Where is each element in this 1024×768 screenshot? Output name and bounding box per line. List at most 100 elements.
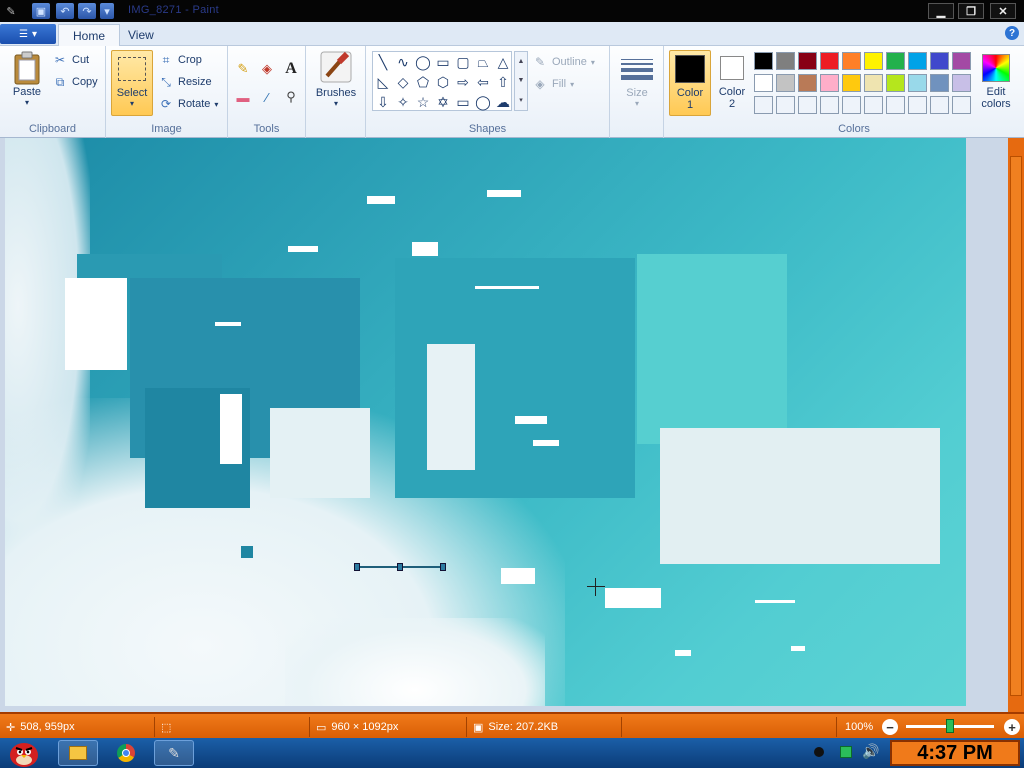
right-triangle-shape-icon[interactable]: ◺ <box>373 72 393 92</box>
rotate-button[interactable]: ⟳ Rotate ▾ <box>158 96 218 112</box>
right-arrow-shape-icon[interactable]: ⇨ <box>453 72 473 92</box>
copy-button[interactable]: ⧉ Copy <box>52 74 98 90</box>
palette-swatch[interactable] <box>952 52 971 70</box>
expand-gallery-icon[interactable]: ▾ <box>519 96 523 104</box>
redo-icon[interactable]: ↷ <box>78 3 96 19</box>
taskbar-clock[interactable]: 4:37 PM <box>890 740 1020 766</box>
rounded-rectangle-shape-icon[interactable]: ▢ <box>453 52 473 72</box>
triangle-shape-icon[interactable]: △ <box>493 52 513 72</box>
tab-view[interactable]: View <box>114 24 168 46</box>
fill-bucket-icon[interactable]: ◈ <box>256 58 278 80</box>
left-arrow-shape-icon[interactable]: ⇦ <box>473 72 493 92</box>
selection-handle[interactable] <box>440 563 446 571</box>
palette-swatch[interactable] <box>754 74 773 92</box>
palette-swatch[interactable] <box>864 96 883 114</box>
rounded-callout-shape-icon[interactable]: ▭ <box>453 92 473 112</box>
palette-swatch[interactable] <box>930 74 949 92</box>
polygon-shape-icon[interactable]: ⏢ <box>473 52 493 72</box>
pencil-icon[interactable]: ✎ <box>232 58 254 80</box>
hexagon-shape-icon[interactable]: ⬡ <box>433 72 453 92</box>
palette-swatch[interactable] <box>864 74 883 92</box>
notification-icon[interactable] <box>814 747 824 757</box>
cloud-callout-shape-icon[interactable]: ☁ <box>493 92 513 112</box>
five-point-star-shape-icon[interactable]: ☆ <box>413 92 433 112</box>
save-icon[interactable]: ▣ <box>32 3 50 19</box>
palette-swatch[interactable] <box>908 96 927 114</box>
palette-swatch[interactable] <box>820 96 839 114</box>
palette-swatch[interactable] <box>820 52 839 70</box>
rectangle-shape-icon[interactable]: ▭ <box>433 52 453 72</box>
line-shape-icon[interactable]: ╲ <box>373 52 393 72</box>
palette-swatch[interactable] <box>930 52 949 70</box>
taskbar-explorer[interactable] <box>58 740 98 766</box>
vertical-scrollbar[interactable] <box>1008 138 1024 712</box>
palette-swatch[interactable] <box>798 52 817 70</box>
oval-shape-icon[interactable]: ◯ <box>413 52 433 72</box>
chevron-up-icon[interactable]: ▲ <box>518 58 525 65</box>
magnifier-icon[interactable]: ⚲ <box>280 86 302 108</box>
curve-shape-icon[interactable]: ∿ <box>393 52 413 72</box>
paint-menu-button[interactable]: ☰ ▾ <box>0 24 56 44</box>
palette-swatch[interactable] <box>886 52 905 70</box>
palette-swatch[interactable] <box>776 52 795 70</box>
six-point-star-shape-icon[interactable]: ✡ <box>433 92 453 112</box>
shapes-gallery-scroll[interactable]: ▲ ▼ ▾ <box>514 51 528 111</box>
palette-swatch[interactable] <box>776 96 795 114</box>
palette-swatch[interactable] <box>886 74 905 92</box>
chevron-down-icon[interactable]: ▼ <box>518 77 525 84</box>
text-tool-icon[interactable]: A <box>280 58 302 80</box>
palette-swatch[interactable] <box>776 74 795 92</box>
paste-button[interactable]: Paste ▾ <box>8 50 46 107</box>
zoom-in-icon[interactable]: + <box>1004 719 1020 735</box>
color1-button[interactable]: Color 1 <box>669 50 711 116</box>
tab-home[interactable]: Home <box>58 24 121 46</box>
network-icon[interactable] <box>840 746 852 758</box>
brushes-button[interactable]: Brushes ▾ <box>314 50 358 108</box>
help-icon[interactable]: ? <box>1005 26 1019 40</box>
palette-swatch[interactable] <box>908 74 927 92</box>
close-button[interactable]: ✕ <box>990 3 1016 19</box>
palette-swatch[interactable] <box>952 74 971 92</box>
taskbar-paint[interactable]: ✎ <box>154 740 194 766</box>
palette-swatch[interactable] <box>864 52 883 70</box>
down-arrow-shape-icon[interactable]: ⇩ <box>373 92 393 112</box>
paint-app-icon[interactable]: ✎ <box>2 3 20 19</box>
palette-swatch[interactable] <box>952 96 971 114</box>
taskbar-chrome[interactable] <box>106 740 146 766</box>
zoom-slider-thumb[interactable] <box>946 719 954 733</box>
palette-swatch[interactable] <box>798 96 817 114</box>
palette-swatch[interactable] <box>754 52 773 70</box>
palette-swatch[interactable] <box>842 96 861 114</box>
select-button[interactable]: Select ▾ <box>111 50 153 116</box>
drawing-canvas[interactable] <box>5 138 966 706</box>
palette-swatch[interactable] <box>820 74 839 92</box>
color2-button[interactable]: Color 2 <box>714 50 750 110</box>
fill-button[interactable]: ◈ Fill ▾ <box>532 76 574 92</box>
palette-swatch[interactable] <box>798 74 817 92</box>
cut-button[interactable]: ✂ Cut <box>52 52 89 68</box>
palette-swatch[interactable] <box>842 74 861 92</box>
customize-quick-access-icon[interactable]: ▾ <box>100 3 114 19</box>
four-point-star-shape-icon[interactable]: ✧ <box>393 92 413 112</box>
resize-button[interactable]: ⤡ Resize <box>158 74 211 90</box>
minimize-button[interactable]: ▁ <box>928 3 954 19</box>
zoom-out-icon[interactable]: − <box>882 719 898 735</box>
scrollbar-thumb[interactable] <box>1010 156 1022 696</box>
selection-handle[interactable] <box>397 563 403 571</box>
pentagon-shape-icon[interactable]: ⬠ <box>413 72 433 92</box>
diamond-shape-icon[interactable]: ◇ <box>393 72 413 92</box>
crop-button[interactable]: ⌗ Crop <box>158 52 202 68</box>
up-arrow-shape-icon[interactable]: ⇧ <box>493 72 513 92</box>
undo-icon[interactable]: ↶ <box>56 3 74 19</box>
color-picker-icon[interactable]: ⁄ <box>256 86 278 108</box>
palette-swatch[interactable] <box>886 96 905 114</box>
palette-swatch[interactable] <box>842 52 861 70</box>
size-button[interactable]: Size ▾ <box>618 50 656 108</box>
maximize-button[interactable]: ❐ <box>958 3 984 19</box>
palette-swatch[interactable] <box>930 96 949 114</box>
oval-callout-shape-icon[interactable]: ◯ <box>473 92 493 112</box>
edit-colors-button[interactable]: Edit colors <box>974 50 1018 110</box>
palette-swatch[interactable] <box>754 96 773 114</box>
eraser-icon[interactable]: ▬ <box>232 86 254 108</box>
selection-handle[interactable] <box>354 563 360 571</box>
